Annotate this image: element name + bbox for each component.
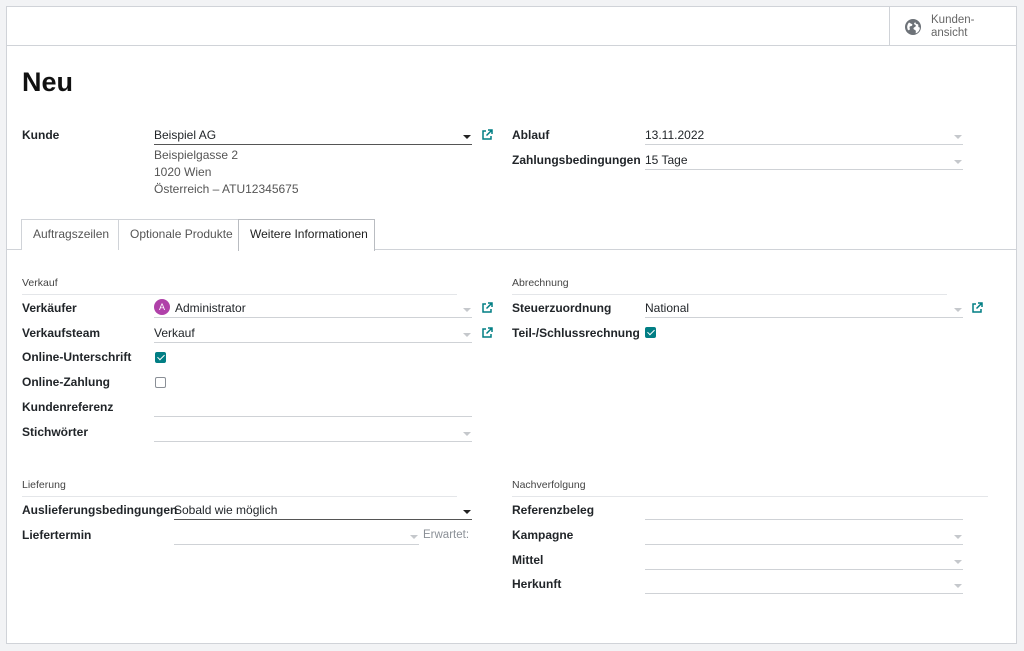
customer-preview-label: Kunden- ansicht	[931, 14, 975, 39]
fiscal-position-label: Steuerzuordnung	[512, 301, 612, 315]
chevron-down-icon[interactable]	[463, 135, 471, 139]
page-title: Neu	[22, 67, 74, 97]
online-payment-label: Online-Zahlung	[22, 375, 110, 389]
online-payment-checkbox[interactable]	[155, 377, 166, 388]
chevron-down-icon[interactable]	[954, 135, 962, 139]
chevron-down-icon[interactable]	[463, 510, 471, 514]
tags-label: Stichwörter	[22, 425, 89, 439]
chevron-down-icon[interactable]	[954, 584, 962, 588]
expected-date-label: Erwartet:	[423, 529, 470, 541]
chevron-down-icon[interactable]	[954, 308, 962, 312]
shipping-policy-select[interactable]: Sobald wie möglich	[174, 503, 472, 520]
external-link-icon[interactable]	[971, 302, 983, 314]
chevron-down-icon[interactable]	[410, 535, 418, 539]
expiry-date-field[interactable]: 13.11.2022	[645, 128, 963, 145]
shipping-policy-value: Sobald wie möglich	[174, 503, 278, 517]
form-sheet: Kunden- ansicht Neu Kunde Beispiel AG Be…	[6, 6, 1017, 644]
source-document-label: Referenzbeleg	[512, 503, 595, 517]
customer-reference-input[interactable]	[154, 400, 472, 417]
section-sales: Verkauf	[22, 277, 457, 295]
external-link-icon[interactable]	[481, 302, 493, 314]
fiscal-position-field[interactable]: National	[645, 301, 963, 318]
expiry-date-value: 13.11.2022	[645, 128, 705, 142]
chevron-down-icon[interactable]	[463, 333, 471, 337]
section-invoicing: Abrechnung	[512, 277, 947, 295]
customer-value: Beispiel AG	[154, 128, 217, 142]
payment-terms-field[interactable]: 15 Tage	[645, 153, 963, 170]
chevron-down-icon[interactable]	[463, 432, 471, 436]
medium-label: Mittel	[512, 553, 544, 567]
partial-invoice-checkbox[interactable]	[645, 327, 656, 338]
shipping-policy-label: Auslieferungsbedingungen	[22, 503, 178, 517]
chevron-down-icon[interactable]	[954, 560, 962, 564]
tab-other-info[interactable]: Weitere Informationen	[238, 219, 375, 251]
form-top-bar: Kunden- ansicht	[7, 7, 1016, 46]
online-signature-label: Online-Unterschrift	[22, 350, 132, 364]
salesteam-value: Verkauf	[154, 326, 195, 340]
source-document-input[interactable]	[645, 503, 963, 520]
chevron-down-icon[interactable]	[954, 160, 962, 164]
external-link-icon[interactable]	[481, 129, 493, 141]
expiry-label: Ablauf	[512, 128, 550, 142]
external-link-icon[interactable]	[481, 327, 493, 339]
delivery-date-label: Liefertermin	[22, 528, 92, 542]
salesperson-value: Administrator	[175, 301, 246, 315]
customer-preview-button[interactable]: Kunden- ansicht	[889, 7, 1016, 46]
section-tracking: Nachverfolgung	[512, 479, 988, 497]
address-line-street: Beispielgasse 2	[154, 148, 239, 162]
tab-optional-products[interactable]: Optionale Produkte	[118, 219, 239, 250]
campaign-label: Kampagne	[512, 528, 574, 542]
tags-field[interactable]	[154, 425, 472, 442]
chevron-down-icon[interactable]	[463, 308, 471, 312]
chevron-down-icon[interactable]	[954, 535, 962, 539]
address-line-city: 1020 Wien	[154, 165, 212, 179]
customer-reference-label: Kundenreferenz	[22, 400, 114, 414]
avatar: A	[154, 299, 170, 315]
section-delivery: Lieferung	[22, 479, 457, 497]
delivery-date-field[interactable]	[174, 528, 419, 545]
payment-terms-value: 15 Tage	[645, 153, 688, 167]
fiscal-position-value: National	[645, 301, 690, 315]
address-line-country: Österreich – ATU12345675	[154, 182, 299, 196]
source-field[interactable]	[645, 577, 963, 594]
salesteam-label: Verkaufsteam	[22, 326, 101, 340]
salesperson-field[interactable]: A Administrator	[154, 299, 472, 318]
salesteam-field[interactable]: Verkauf	[154, 326, 472, 343]
salesperson-label: Verkäufer	[22, 301, 77, 315]
customer-label: Kunde	[22, 128, 60, 142]
customer-field[interactable]: Beispiel AG	[154, 128, 472, 145]
globe-icon	[905, 19, 921, 35]
online-signature-checkbox[interactable]	[155, 352, 166, 363]
tab-order-lines[interactable]: Auftragszeilen	[21, 219, 119, 250]
campaign-field[interactable]	[645, 528, 963, 545]
payment-terms-label: Zahlungsbedingungen	[512, 153, 641, 167]
partial-invoice-label: Teil-/Schlussrechnung	[512, 326, 640, 340]
source-label: Herkunft	[512, 577, 562, 591]
medium-field[interactable]	[645, 553, 963, 570]
